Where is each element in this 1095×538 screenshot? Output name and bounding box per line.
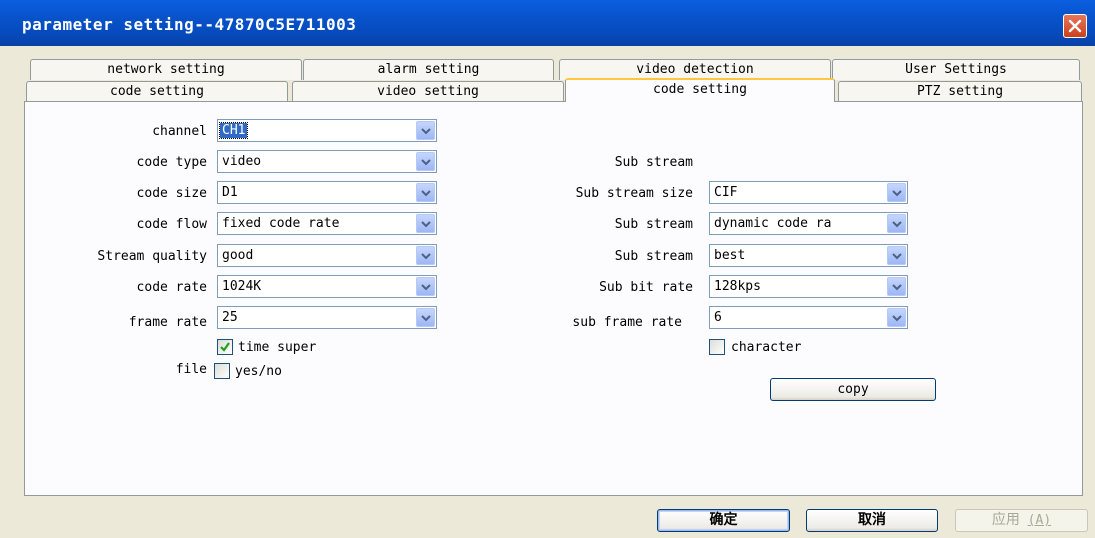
file-yes-no-label: yes/no <box>235 364 282 379</box>
frame-rate-select[interactable]: 25 <box>217 306 437 329</box>
close-button[interactable] <box>1063 14 1087 38</box>
cancel-button[interactable]: 取消 <box>806 509 938 532</box>
time-super-label: time super <box>238 340 317 355</box>
ok-button[interactable]: 确定 <box>657 509 790 532</box>
sub-stream-flow-value: dynamic code ra <box>714 216 832 231</box>
tab-alarm-setting[interactable]: alarm setting <box>303 59 554 80</box>
sub-stream-size-select[interactable]: CIF <box>709 181 908 204</box>
chevron-down-icon <box>421 315 431 322</box>
chevron-down-icon <box>892 315 902 322</box>
channel-select[interactable]: CH1 <box>217 119 437 142</box>
code-size-value: D1 <box>222 185 238 200</box>
chevron-down-icon <box>421 190 431 197</box>
code-rate-dropdown-button[interactable] <box>416 277 435 296</box>
stream-quality-value: good <box>222 248 254 263</box>
close-icon <box>1068 19 1082 33</box>
code-flow-value: fixed code rate <box>222 216 340 231</box>
frame-rate-dropdown-button[interactable] <box>416 308 435 327</box>
sub-stream-quality-select[interactable]: best <box>709 244 908 267</box>
time-super-checkbox[interactable] <box>217 339 233 355</box>
character-label: character <box>731 340 802 355</box>
tab-code-setting-active[interactable]: code setting <box>565 78 835 102</box>
code-size-label: code size <box>136 186 207 201</box>
sub-frame-rate-label: sub frame rate <box>572 315 682 330</box>
sub-bit-rate-select[interactable]: 128kps <box>709 275 908 298</box>
parameter-setting-dialog: parameter setting--47870C5E711003 networ… <box>0 0 1095 538</box>
chevron-down-icon <box>892 284 902 291</box>
frame-rate-label: frame rate <box>128 315 207 330</box>
tab-code-setting[interactable]: code setting <box>26 81 288 102</box>
character-checkbox[interactable] <box>709 339 725 355</box>
tab-ptz-setting[interactable]: PTZ setting <box>838 81 1082 102</box>
code-type-select[interactable]: video <box>217 150 437 173</box>
sub-stream-flow-label: Sub stream <box>614 217 693 232</box>
code-rate-value: 1024K <box>222 279 262 294</box>
channel-value: CH1 <box>218 122 249 139</box>
chevron-down-icon <box>421 128 431 135</box>
sub-bit-rate-dropdown-button[interactable] <box>887 277 906 296</box>
chevron-down-icon <box>892 253 902 260</box>
chevron-down-icon <box>421 284 431 291</box>
code-flow-dropdown-button[interactable] <box>416 214 435 233</box>
sub-stream-flow-select[interactable]: dynamic code ra <box>709 212 908 235</box>
chevron-down-icon <box>421 221 431 228</box>
file-checkbox[interactable] <box>214 363 230 379</box>
chevron-down-icon <box>892 221 902 228</box>
tab-user-settings[interactable]: User Settings <box>832 59 1080 80</box>
apply-label: 应用 <box>991 512 1020 528</box>
code-flow-label: code flow <box>136 217 207 232</box>
apply-shortcut: (A) <box>1027 513 1052 528</box>
sub-bit-rate-value: 128kps <box>714 279 761 294</box>
chevron-down-icon <box>892 190 902 197</box>
sub-frame-rate-select[interactable]: 6 <box>709 306 908 329</box>
sub-stream-quality-dropdown-button[interactable] <box>887 246 906 265</box>
window-title: parameter setting--47870C5E711003 <box>22 15 357 34</box>
chevron-down-icon <box>421 159 431 166</box>
sub-stream-heading: Sub stream <box>614 155 693 170</box>
code-size-dropdown-button[interactable] <box>416 183 435 202</box>
sub-stream-flow-dropdown-button[interactable] <box>887 214 906 233</box>
sub-stream-quality-value: best <box>714 248 746 263</box>
stream-quality-label: Stream quality <box>97 249 207 264</box>
copy-button[interactable]: copy <box>770 378 936 401</box>
stream-quality-select[interactable]: good <box>217 244 437 267</box>
code-type-dropdown-button[interactable] <box>416 152 435 171</box>
channel-dropdown-button[interactable] <box>416 121 435 140</box>
file-label: file <box>175 362 207 377</box>
sub-frame-rate-dropdown-button[interactable] <box>887 308 906 327</box>
code-rate-label: code rate <box>136 280 207 295</box>
apply-button[interactable]: 应用 (A) <box>955 509 1088 532</box>
tab-network-setting[interactable]: network setting <box>30 59 302 80</box>
tab-video-setting[interactable]: video setting <box>292 81 564 102</box>
sub-stream-size-dropdown-button[interactable] <box>887 183 906 202</box>
sub-frame-rate-value: 6 <box>714 310 722 325</box>
frame-rate-value: 25 <box>222 310 238 325</box>
stream-quality-dropdown-button[interactable] <box>416 246 435 265</box>
chevron-down-icon <box>421 253 431 260</box>
channel-label: channel <box>152 124 207 139</box>
checkmark-icon <box>220 342 230 352</box>
ok-label: 确定 <box>709 512 738 528</box>
title-bar[interactable]: parameter setting--47870C5E711003 <box>0 0 1095 46</box>
code-type-label: code type <box>136 155 207 170</box>
code-size-select[interactable]: D1 <box>217 181 437 204</box>
tab-video-detection[interactable]: video detection <box>559 59 831 80</box>
code-type-value: video <box>222 154 262 169</box>
sub-stream-size-value: CIF <box>714 185 738 200</box>
cancel-label: 取消 <box>858 512 886 528</box>
sub-stream-quality-label: Sub stream <box>614 249 693 264</box>
sub-bit-rate-label: Sub bit rate <box>599 280 693 295</box>
code-rate-select[interactable]: 1024K <box>217 275 437 298</box>
sub-stream-size-label: Sub stream size <box>575 186 693 201</box>
code-flow-select[interactable]: fixed code rate <box>217 212 437 235</box>
